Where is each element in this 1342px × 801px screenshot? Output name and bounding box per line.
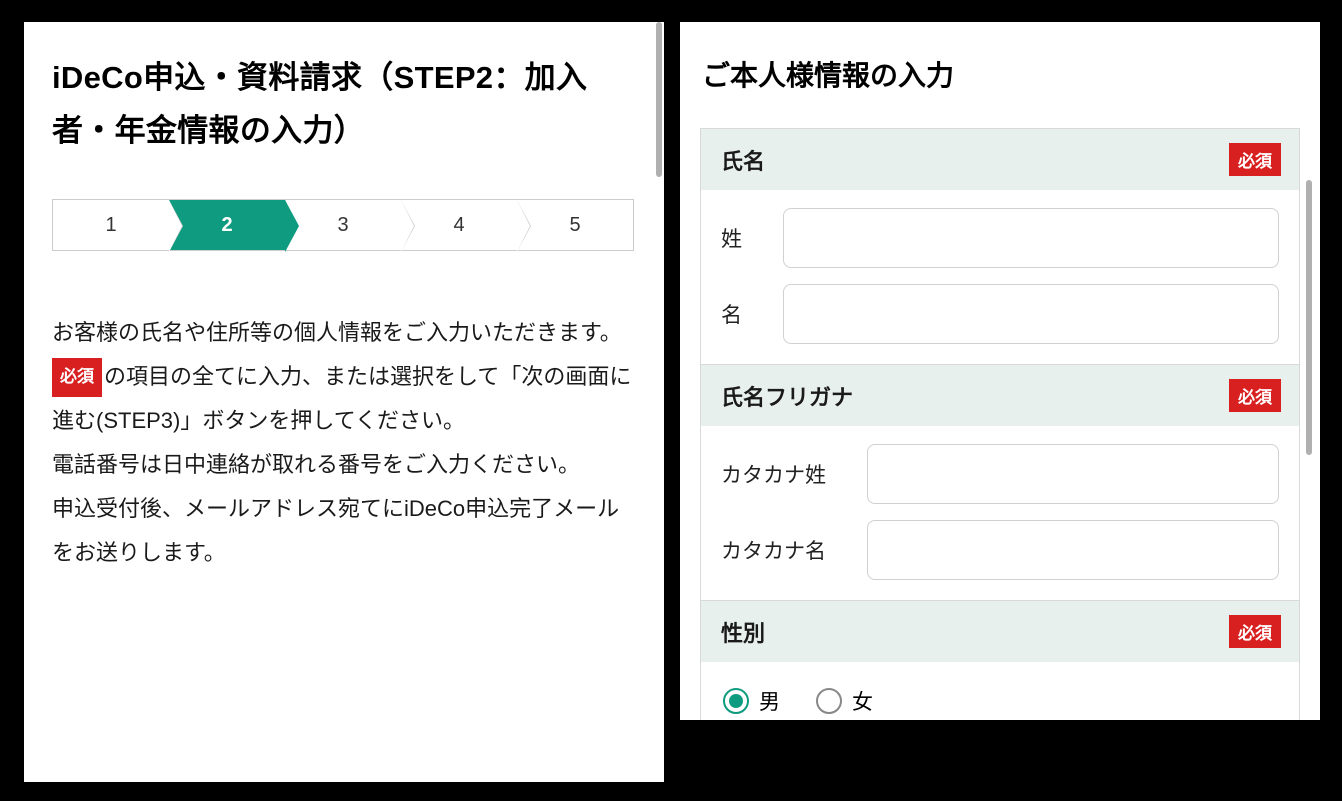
required-badge: 必須 <box>1229 379 1281 412</box>
name-header-label: 氏名 <box>721 144 765 176</box>
required-badge: 必須 <box>1229 615 1281 648</box>
desc-line2: の項目の全てに入力、または選択をして「次の画面に進む(STEP3)」ボタンを押し… <box>52 364 631 433</box>
radio-male[interactable]: 男 <box>723 686 780 716</box>
desc-line3: 電話番号は日中連絡が取れる番号をご入力ください。 <box>52 452 580 477</box>
scrollbar-left[interactable] <box>656 22 662 177</box>
right-panel: ご本人様情報の入力 氏名 必須 姓 名 氏名フリガナ 必須 カタカナ姓 <box>680 22 1320 720</box>
sei-label: 姓 <box>721 223 765 253</box>
kana-sei-label: カタカナ姓 <box>721 459 849 489</box>
form-block-kana: 氏名フリガナ 必須 カタカナ姓 カタカナ名 <box>700 364 1300 601</box>
radio-female-label: 女 <box>852 686 873 716</box>
step-2[interactable]: 2 <box>169 200 285 250</box>
step-1[interactable]: 1 <box>53 200 169 250</box>
stepper: 1 2 3 4 5 <box>52 199 634 251</box>
kana-mei-label: カタカナ名 <box>721 535 849 565</box>
kana-header-label: 氏名フリガナ <box>721 380 853 412</box>
radio-dot-icon <box>729 694 743 708</box>
kana-sei-input[interactable] <box>867 444 1279 504</box>
required-badge: 必須 <box>1229 143 1281 176</box>
mei-input[interactable] <box>783 284 1279 344</box>
radio-female[interactable]: 女 <box>816 686 873 716</box>
scrollbar-right[interactable] <box>1306 180 1312 455</box>
left-panel: iDeCo申込・資料請求（STEP2：加入者・年金情報の入力） 1 2 3 4 … <box>24 22 664 782</box>
gender-header: 性別 必須 <box>701 601 1299 662</box>
page-title: iDeCo申込・資料請求（STEP2：加入者・年金情報の入力） <box>52 52 634 157</box>
gender-header-label: 性別 <box>721 616 765 648</box>
radio-male-label: 男 <box>759 686 780 716</box>
step-4[interactable]: 4 <box>401 200 517 250</box>
section-title: ご本人様情報の入力 <box>702 54 1300 94</box>
description: お客様の氏名や住所等の個人情報をご入力いただきます。 必須の項目の全てに入力、ま… <box>52 311 634 575</box>
mei-label: 名 <box>721 299 765 329</box>
sei-input[interactable] <box>783 208 1279 268</box>
form-block-gender: 性別 必須 男 女 <box>700 600 1300 720</box>
kana-mei-input[interactable] <box>867 520 1279 580</box>
kana-header: 氏名フリガナ 必須 <box>701 365 1299 426</box>
desc-line1: お客様の氏名や住所等の個人情報をご入力いただきます。 <box>52 320 622 345</box>
form-block-name: 氏名 必須 姓 名 <box>700 128 1300 365</box>
name-header: 氏名 必須 <box>701 129 1299 190</box>
desc-line4: 申込受付後、メールアドレス宛てにiDeCo申込完了メールをお送りします。 <box>52 496 619 565</box>
radio-circle-icon <box>816 688 842 714</box>
radio-circle-icon <box>723 688 749 714</box>
step-5[interactable]: 5 <box>517 200 633 250</box>
step-3[interactable]: 3 <box>285 200 401 250</box>
required-badge-inline: 必須 <box>52 358 102 397</box>
